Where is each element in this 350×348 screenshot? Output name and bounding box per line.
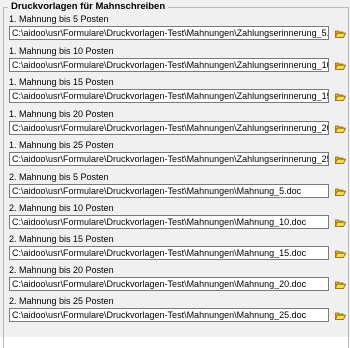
folder-open-icon xyxy=(335,125,346,133)
browse-button[interactable] xyxy=(335,280,346,290)
browse-button[interactable] xyxy=(335,155,346,165)
folder-open-icon xyxy=(335,156,346,165)
row-label: 1. Mahnung bis 5 Posten xyxy=(9,14,109,24)
template-row: 2. Mahnung bis 15 Posten xyxy=(9,233,349,264)
template-row: 2. Mahnung bis 10 Posten xyxy=(9,202,349,233)
template-path-input[interactable] xyxy=(9,307,329,322)
row-label: 2. Mahnung bis 25 Posten xyxy=(9,295,114,306)
template-path-input[interactable] xyxy=(9,89,329,104)
browse-button[interactable] xyxy=(335,187,346,197)
browse-button[interactable] xyxy=(335,92,346,102)
folder-open-icon xyxy=(335,312,346,320)
template-path-input[interactable] xyxy=(9,183,329,198)
template-row: 1. Mahnung bis 10 Posten xyxy=(9,45,349,77)
print-templates-panel: Druckvorlagen für Mahnschreiben 1. Mahnu… xyxy=(0,0,350,348)
template-row: 2. Mahnung bis 5 Posten xyxy=(9,171,349,202)
template-row: 1. Mahnung bis 15 Posten xyxy=(9,76,349,108)
folder-open-icon xyxy=(335,93,346,102)
browse-button[interactable] xyxy=(335,249,346,259)
folder-open-icon xyxy=(335,62,346,70)
template-path-input[interactable] xyxy=(9,152,329,167)
template-path-input[interactable] xyxy=(9,57,329,72)
template-path-input[interactable] xyxy=(9,214,329,229)
folder-open-icon xyxy=(335,219,346,227)
row-label: 1. Mahnung bis 25 Posten xyxy=(9,140,114,151)
folder-open-icon xyxy=(335,30,346,38)
folder-open-icon xyxy=(335,188,346,196)
folder-open-icon xyxy=(335,250,346,258)
template-path-input[interactable] xyxy=(9,26,329,40)
template-row: 2. Mahnung bis 20 Posten xyxy=(9,264,349,295)
template-row: 1. Mahnung bis 5 Posten xyxy=(9,13,349,45)
folder-open-icon xyxy=(335,281,346,289)
template-row: 1. Mahnung bis 20 Posten xyxy=(9,108,349,140)
browse-button[interactable] xyxy=(335,218,346,228)
template-row: 2. Mahnung bis 25 Posten xyxy=(9,295,349,326)
row-label: 1. Mahnung bis 15 Posten xyxy=(9,77,114,88)
row-label: 2. Mahnung bis 15 Posten xyxy=(9,233,114,244)
template-path-input[interactable] xyxy=(9,245,329,260)
browse-button[interactable] xyxy=(335,311,346,321)
browse-button[interactable] xyxy=(335,124,346,134)
template-path-input[interactable] xyxy=(9,120,329,135)
group-title: Druckvorlagen für Mahnschreiben xyxy=(8,0,169,14)
row-label: 1. Mahnung bis 10 Posten xyxy=(9,45,114,56)
browse-button[interactable] xyxy=(335,29,346,39)
row-label: 2. Mahnung bis 20 Posten xyxy=(9,264,114,275)
row-label: 2. Mahnung bis 10 Posten xyxy=(9,202,114,213)
template-path-input[interactable] xyxy=(9,276,329,291)
row-label: 1. Mahnung bis 20 Posten xyxy=(9,108,114,119)
template-row: 1. Mahnung bis 25 Posten xyxy=(9,139,349,171)
browse-button[interactable] xyxy=(335,61,346,71)
template-rows: 1. Mahnung bis 5 Posten 1. Mahnung bis 1… xyxy=(9,13,349,326)
row-label: 2. Mahnung bis 5 Posten xyxy=(9,171,109,182)
